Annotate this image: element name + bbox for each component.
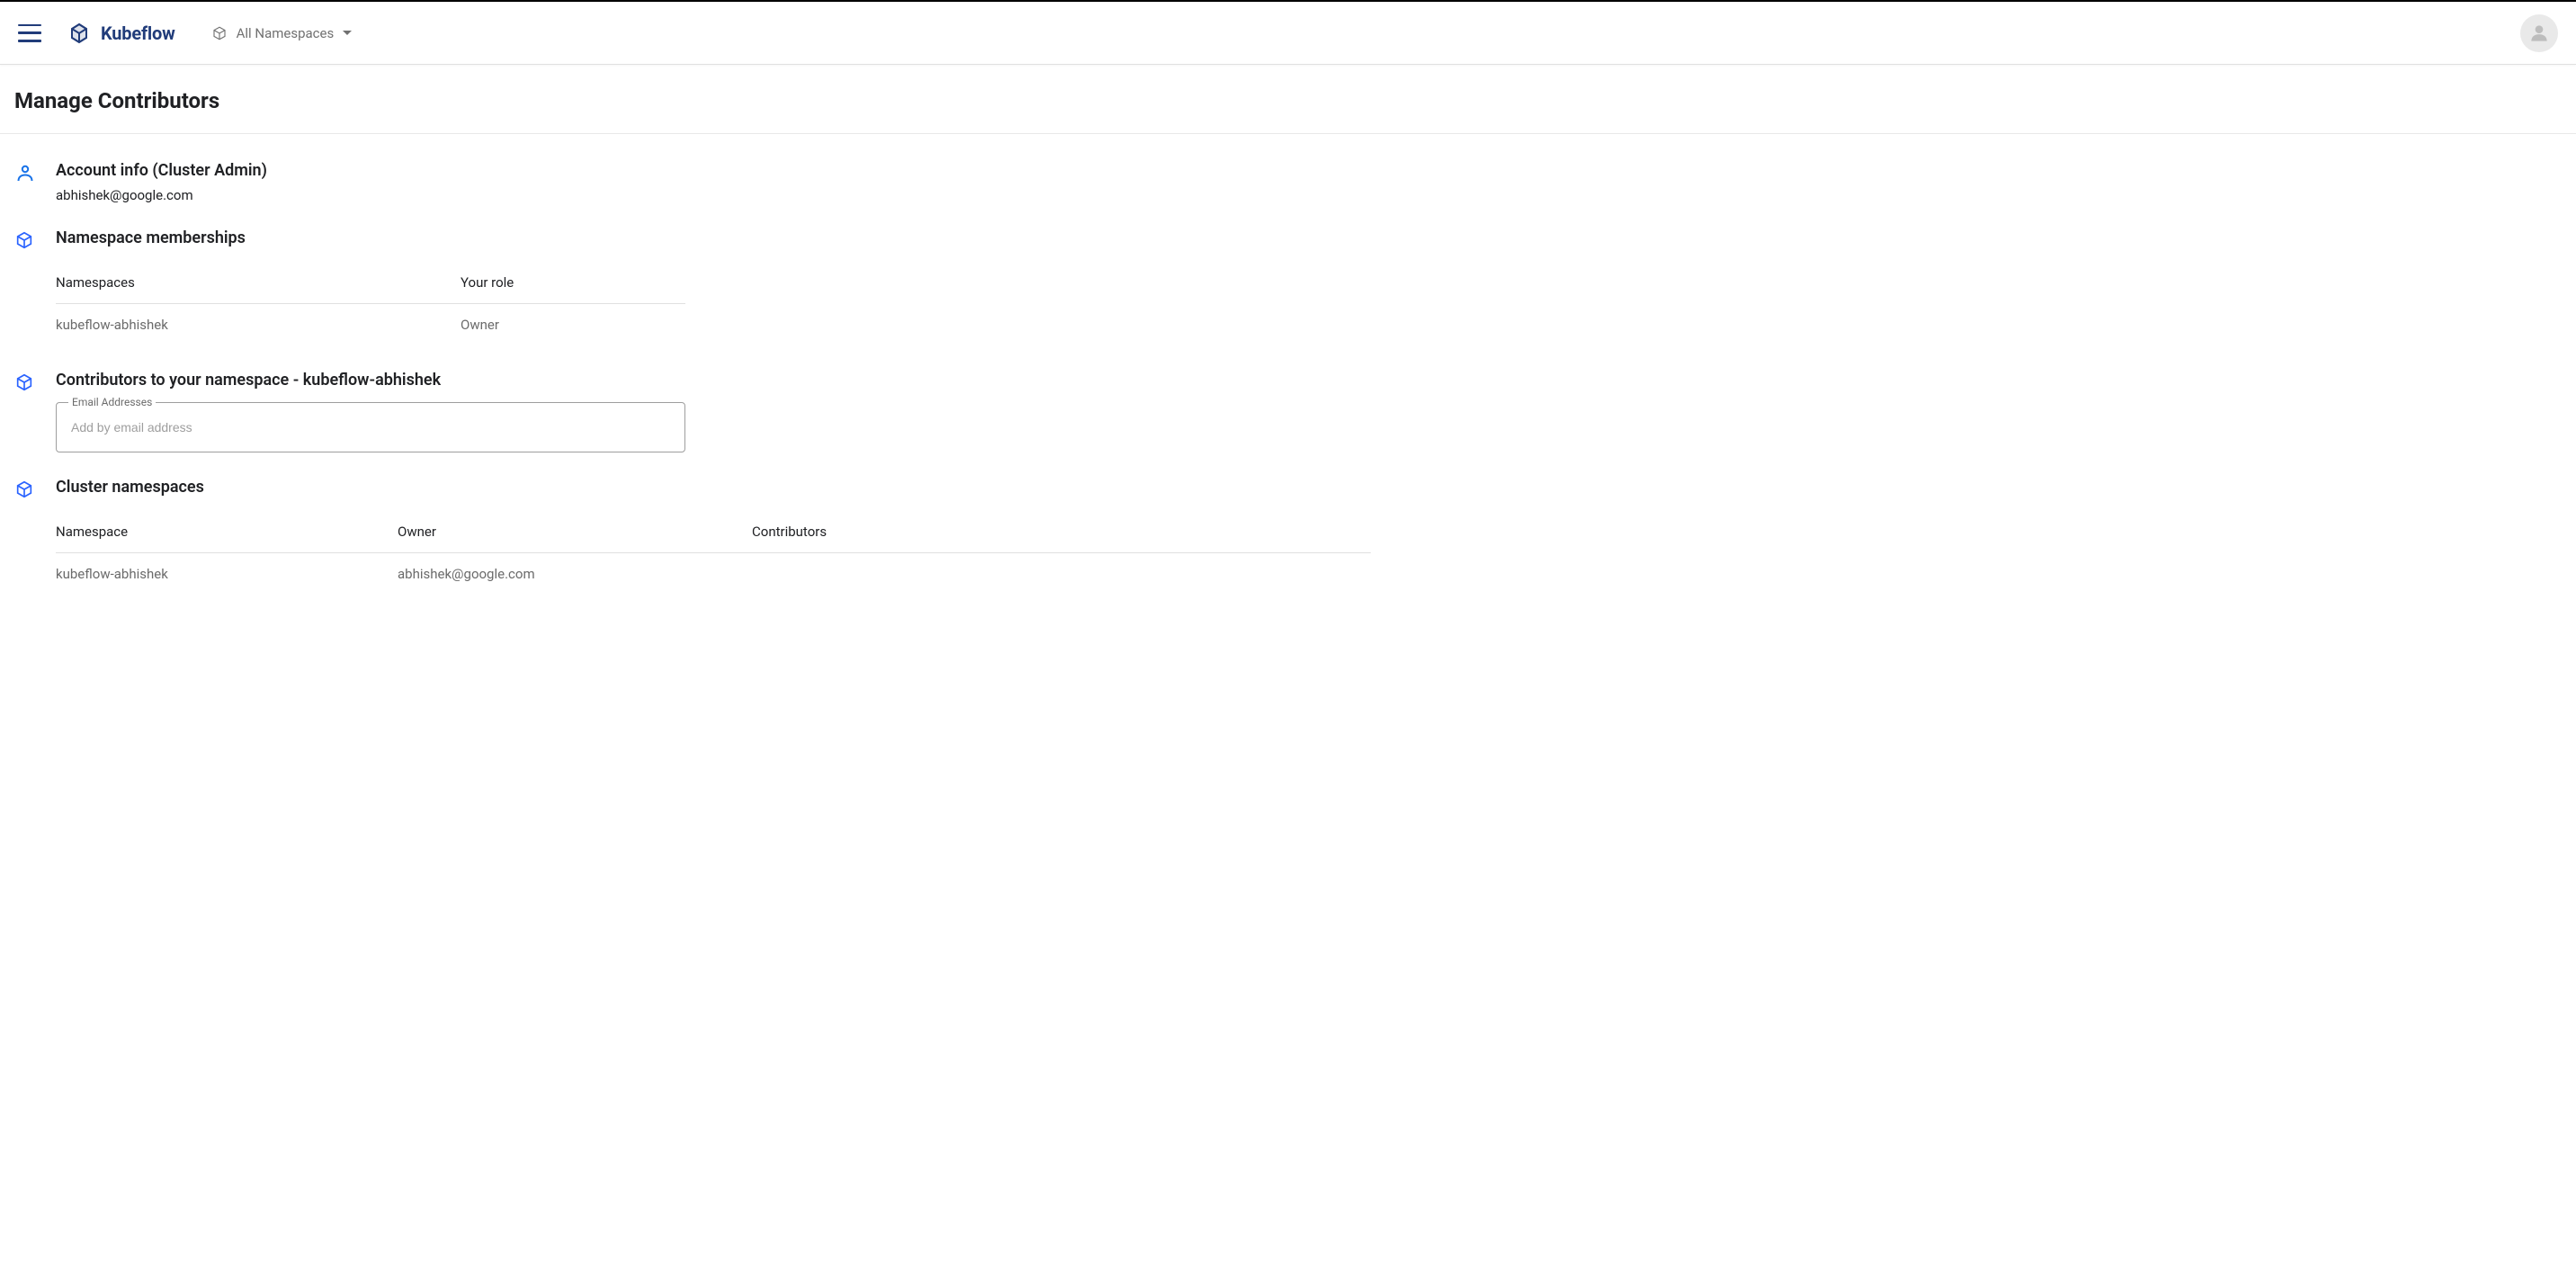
- cube-icon: [14, 228, 36, 345]
- table-row: kubeflow-abhishek abhishek@google.com: [56, 553, 1371, 595]
- namespace-memberships-section: Namespace memberships Namespaces Your ro…: [14, 228, 1371, 345]
- memberships-col-role: Your role: [461, 274, 685, 291]
- cluster-heading: Cluster namespaces: [56, 478, 1371, 497]
- membership-namespace: kubeflow-abhishek: [56, 317, 461, 333]
- cluster-table-header: Namespace Owner Contributors: [56, 511, 1371, 553]
- hamburger-menu-icon[interactable]: [18, 24, 41, 42]
- account-info-section: Account info (Cluster Admin) abhishek@go…: [14, 161, 1371, 203]
- namespace-selector-label: All Namespaces: [237, 25, 335, 41]
- email-field-container: Email Addresses: [56, 402, 685, 452]
- cluster-table: Namespace Owner Contributors kubeflow-ab…: [56, 511, 1371, 595]
- chevron-down-icon: [343, 31, 352, 35]
- brand-name: Kubeflow: [101, 22, 175, 44]
- main-content: Account info (Cluster Admin) abhishek@go…: [0, 134, 1385, 656]
- memberships-heading: Namespace memberships: [56, 228, 1371, 247]
- brand-logo-group[interactable]: Kubeflow: [68, 22, 175, 44]
- table-row: kubeflow-abhishek Owner: [56, 304, 685, 345]
- memberships-col-namespace: Namespaces: [56, 274, 461, 291]
- cluster-owner: abhishek@google.com: [398, 566, 752, 582]
- cube-icon: [14, 478, 36, 595]
- contributors-section: Contributors to your namespace - kubeflo…: [14, 371, 1371, 452]
- account-email: abhishek@google.com: [56, 187, 1371, 203]
- namespace-selector[interactable]: All Namespaces: [211, 25, 353, 41]
- contributors-heading: Contributors to your namespace - kubeflo…: [56, 371, 1371, 390]
- email-field-label: Email Addresses: [68, 396, 156, 408]
- cube-icon: [211, 25, 228, 41]
- page-title: Manage Contributors: [0, 65, 2576, 134]
- cluster-contributors: [752, 566, 1371, 582]
- cluster-col-owner: Owner: [398, 524, 752, 540]
- memberships-table: Namespaces Your role kubeflow-abhishek O…: [56, 262, 685, 345]
- kubeflow-logo-icon: [68, 22, 90, 44]
- cluster-namespace: kubeflow-abhishek: [56, 566, 398, 582]
- cluster-namespaces-section: Cluster namespaces Namespace Owner Contr…: [14, 478, 1371, 595]
- user-avatar[interactable]: [2520, 14, 2558, 52]
- person-outline-icon: [14, 161, 36, 203]
- membership-role: Owner: [461, 317, 685, 333]
- cluster-col-contributors: Contributors: [752, 524, 1371, 540]
- email-input[interactable]: [56, 402, 685, 452]
- person-icon: [2527, 22, 2551, 45]
- cube-icon: [14, 371, 36, 452]
- cluster-col-namespace: Namespace: [56, 524, 398, 540]
- memberships-table-header: Namespaces Your role: [56, 262, 685, 304]
- app-header: Kubeflow All Namespaces: [0, 2, 2576, 65]
- account-info-heading: Account info (Cluster Admin): [56, 161, 1371, 180]
